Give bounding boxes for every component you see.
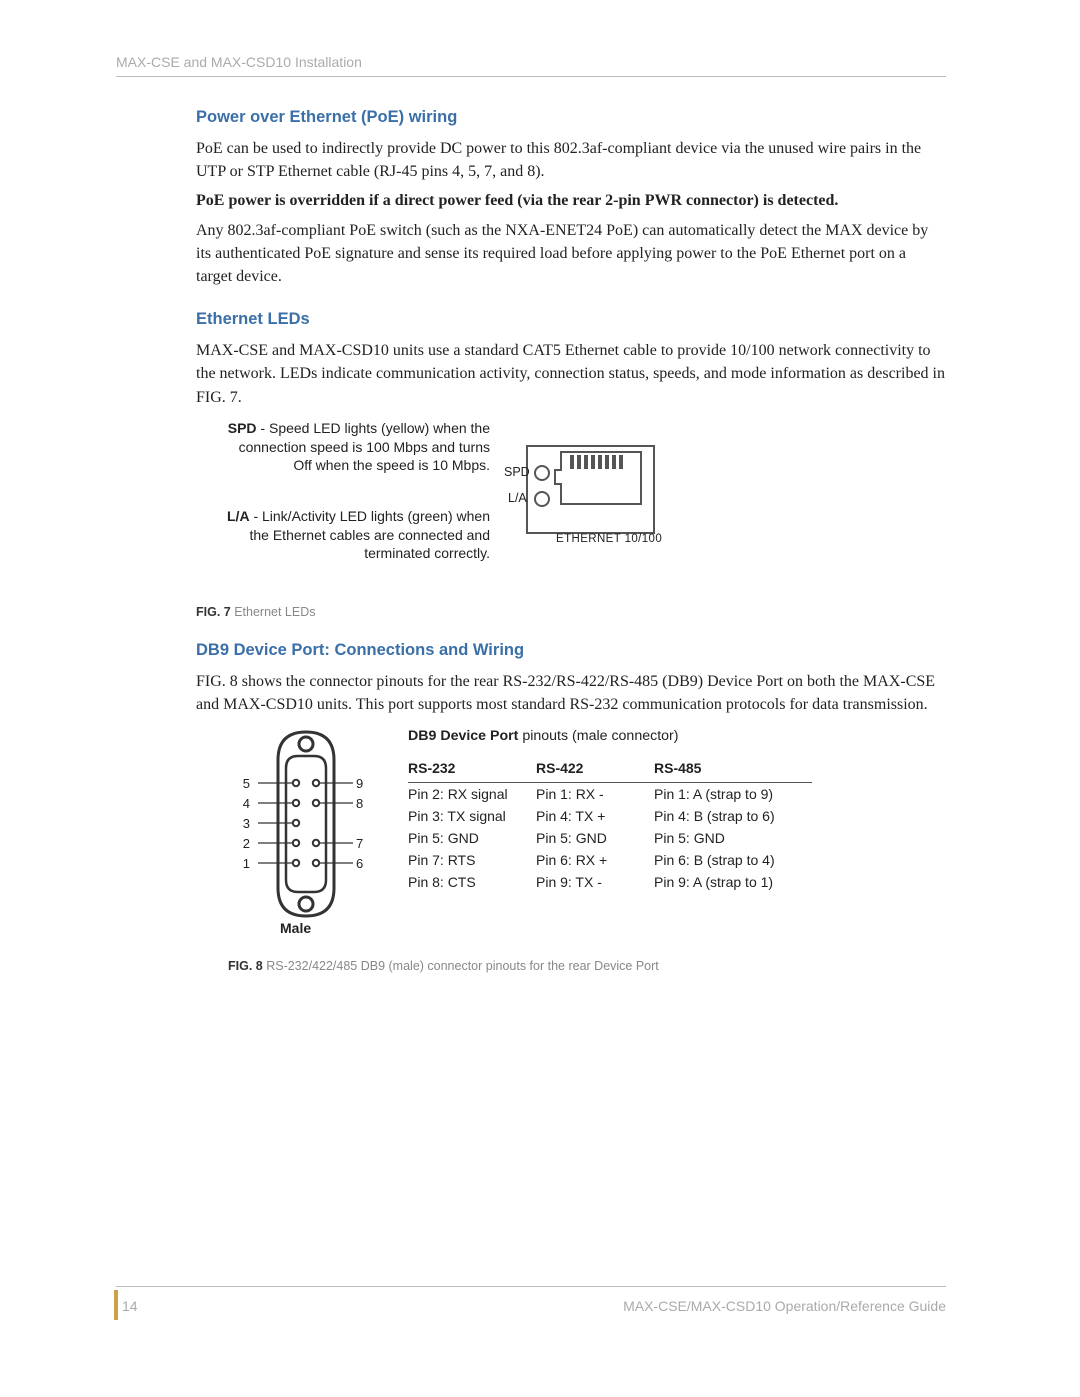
- fig8-cell: Pin 2: RX signal: [408, 783, 536, 806]
- table-row: Pin 3: TX signal Pin 4: TX + Pin 4: B (s…: [408, 805, 812, 827]
- section-poe: Power over Ethernet (PoE) wiring PoE can…: [196, 108, 946, 288]
- fig8-cell: Pin 4: B (strap to 6): [654, 805, 812, 827]
- fig8-th-rs422: RS-422: [536, 758, 654, 783]
- fig8-pin-5: 5: [236, 776, 250, 791]
- section-ethernet-leds: Ethernet LEDs MAX-CSE and MAX-CSD10 unit…: [196, 310, 946, 619]
- table-row: Pin 2: RX signal Pin 1: RX - Pin 1: A (s…: [408, 783, 812, 806]
- footer-accent-bar: [114, 1290, 118, 1320]
- poe-paragraph-1: PoE can be used to indirectly provide DC…: [196, 137, 946, 183]
- heading-db9: DB9 Device Port: Connections and Wiring: [196, 641, 946, 660]
- fig8-cell: Pin 9: A (strap to 1): [654, 871, 812, 893]
- fig7-spd-label: SPD: [504, 465, 530, 479]
- fig8-pin-3: 3: [236, 816, 250, 831]
- figure-8: 5 4 3 2 1 9 8 7 6: [228, 728, 946, 953]
- fig8-caption-text: RS-232/422/485 DB9 (male) connector pino…: [263, 959, 659, 973]
- header-rule: [116, 76, 946, 77]
- footer-page-number: 14: [122, 1298, 138, 1314]
- fig8-cell: Pin 9: TX -: [536, 871, 654, 893]
- fig8-cell: Pin 1: A (strap to 9): [654, 783, 812, 806]
- fig7-rj45-pins-icon: [570, 455, 628, 479]
- fig8-cell: Pin 1: RX -: [536, 783, 654, 806]
- heading-poe: Power over Ethernet (PoE) wiring: [196, 108, 946, 127]
- table-row: Pin 7: RTS Pin 6: RX + Pin 6: B (strap t…: [408, 849, 812, 871]
- fig7-port-caption: ETHERNET 10/100: [556, 533, 662, 545]
- fig8-th-rs232: RS-232: [408, 758, 536, 783]
- fig7-spd-bold: SPD: [228, 420, 257, 436]
- fig8-cell: Pin 4: TX +: [536, 805, 654, 827]
- fig7-spd-led-icon: [534, 465, 550, 481]
- fig7-caption-text: Ethernet LEDs: [231, 605, 316, 619]
- fig8-table-header-row: RS-232 RS-422 RS-485: [408, 758, 812, 783]
- fig8-caption: FIG. 8 RS-232/422/485 DB9 (male) connect…: [228, 959, 946, 973]
- leds-paragraph-1: MAX-CSE and MAX-CSD10 units use a standa…: [196, 339, 946, 409]
- fig7-caption-num: FIG. 7: [196, 605, 231, 619]
- page-content: Power over Ethernet (PoE) wiring PoE can…: [196, 108, 946, 995]
- fig8-cell: Pin 5: GND: [654, 827, 812, 849]
- heading-ethernet-leds: Ethernet LEDs: [196, 310, 946, 329]
- fig7-la-text: - Link/Activity LED lights (green) when …: [249, 508, 490, 562]
- figure-7: SPD - Speed LED lights (yellow) when the…: [196, 419, 946, 599]
- fig8-db9-connector-icon: [258, 728, 353, 918]
- fig8-pin-2: 2: [236, 836, 250, 851]
- fig8-cell: Pin 6: RX +: [536, 849, 654, 871]
- fig7-rj45-clip-icon: [554, 469, 562, 485]
- fig8-pinout-table: DB9 Device Port pinouts (male connector)…: [408, 728, 812, 893]
- fig8-cell: Pin 8: CTS: [408, 871, 536, 893]
- fig8-cell: Pin 6: B (strap to 4): [654, 849, 812, 871]
- fig7-spd-description: SPD - Speed LED lights (yellow) when the…: [220, 419, 490, 476]
- fig7-la-label: L/A: [508, 491, 527, 505]
- page-header-breadcrumb: MAX-CSE and MAX-CSD10 Installation: [116, 54, 362, 70]
- fig8-pin-7: 7: [356, 836, 370, 851]
- fig8-pin-6: 6: [356, 856, 370, 871]
- db9-paragraph-1: FIG. 8 shows the connector pinouts for t…: [196, 670, 946, 716]
- fig7-caption: FIG. 7 Ethernet LEDs: [196, 605, 946, 619]
- fig8-th-rs485: RS-485: [654, 758, 812, 783]
- fig7-la-led-icon: [534, 491, 550, 507]
- fig8-table-title-rest: pinouts (male connector): [518, 728, 678, 744]
- table-row: Pin 8: CTS Pin 9: TX - Pin 9: A (strap t…: [408, 871, 812, 893]
- fig8-table-title-bold: DB9 Device Port: [408, 728, 518, 744]
- poe-paragraph-2: Any 802.3af-compliant PoE switch (such a…: [196, 219, 946, 289]
- fig8-cell: Pin 3: TX signal: [408, 805, 536, 827]
- fig7-la-description: L/A - Link/Activity LED lights (green) w…: [220, 507, 490, 564]
- fig8-pin-1: 1: [236, 856, 250, 871]
- fig8-table: RS-232 RS-422 RS-485 Pin 2: RX signal Pi…: [408, 758, 812, 893]
- fig8-table-title: DB9 Device Port pinouts (male connector): [408, 728, 812, 744]
- fig8-pin-4: 4: [236, 796, 250, 811]
- fig8-cell: Pin 5: GND: [536, 827, 654, 849]
- fig8-cell: Pin 5: GND: [408, 827, 536, 849]
- poe-override-note: PoE power is overridden if a direct powe…: [196, 189, 946, 212]
- fig8-male-label: Male: [280, 920, 311, 936]
- footer-title: MAX-CSE/MAX-CSD10 Operation/Reference Gu…: [623, 1298, 946, 1314]
- footer-rule: [116, 1286, 946, 1287]
- table-row: Pin 5: GND Pin 5: GND Pin 5: GND: [408, 827, 812, 849]
- fig8-caption-num: FIG. 8: [228, 959, 263, 973]
- fig7-spd-text: - Speed LED lights (yellow) when the con…: [239, 420, 490, 474]
- fig7-la-bold: L/A: [227, 508, 250, 524]
- fig8-pin-8: 8: [356, 796, 370, 811]
- fig8-cell: Pin 7: RTS: [408, 849, 536, 871]
- section-db9: DB9 Device Port: Connections and Wiring …: [196, 641, 946, 973]
- fig8-pin-9: 9: [356, 776, 370, 791]
